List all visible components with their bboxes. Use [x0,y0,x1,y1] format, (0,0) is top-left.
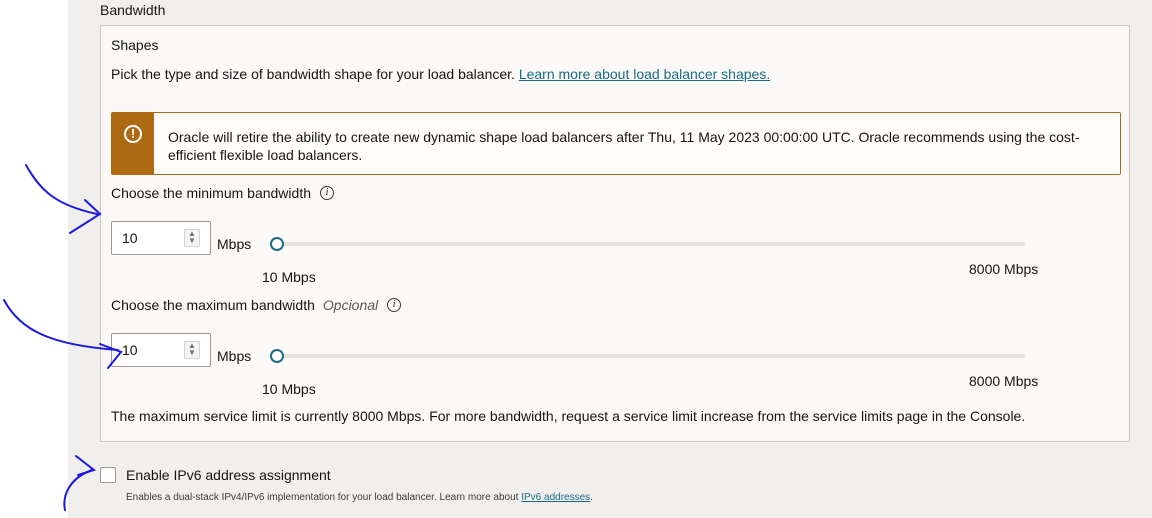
arrow-annotation-2 [3,299,119,351]
arrow-annotation-3 [63,469,93,511]
arrow-annotation-1 [25,164,98,215]
annotation-overlay [3,164,123,511]
arrow-annotation-2-head [99,343,123,369]
arrow-annotation-3-head [75,455,97,476]
arrow-annotation-1-head [69,199,102,234]
